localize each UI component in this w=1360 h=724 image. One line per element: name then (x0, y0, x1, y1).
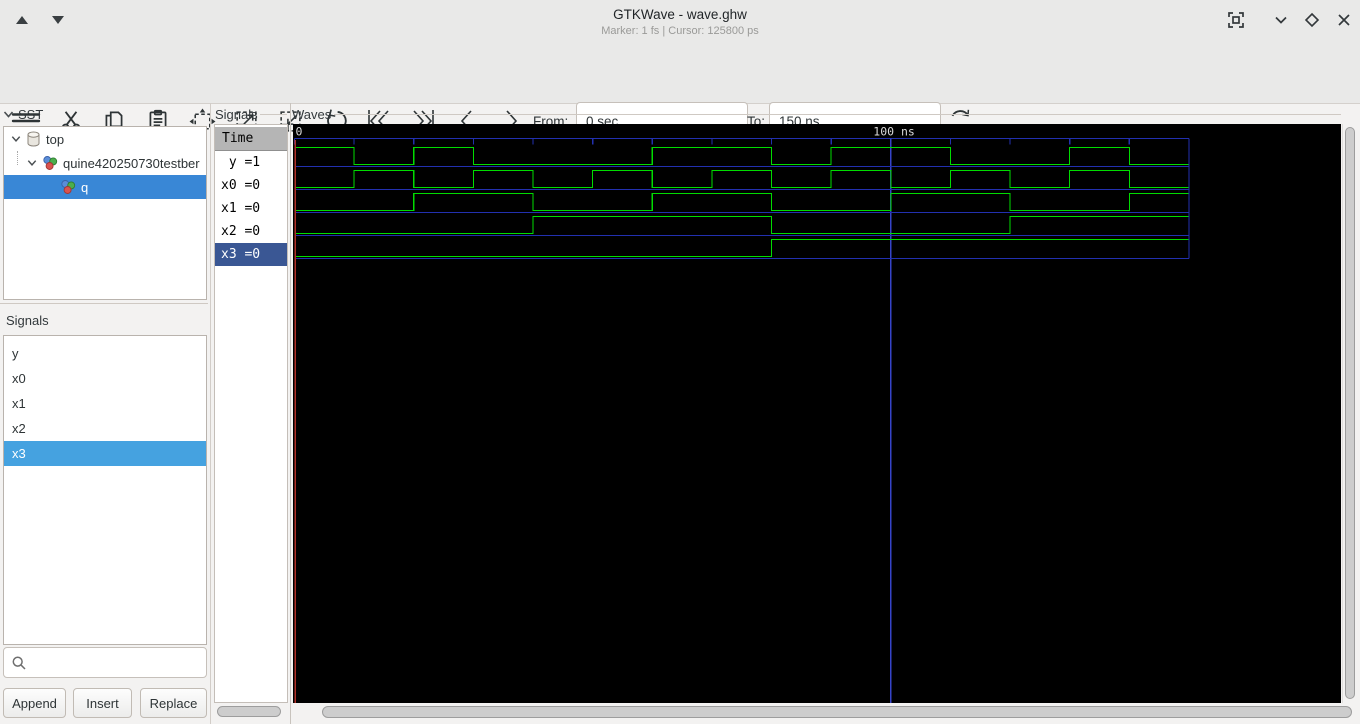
titlebar: GTKWave - wave.ghw Marker: 1 fs | Cursor… (0, 0, 1360, 45)
tree-item-q[interactable]: q (4, 175, 206, 199)
signal-list-item-x0[interactable]: x0 (4, 366, 206, 391)
search-input[interactable] (32, 654, 212, 671)
value-row-x3[interactable]: x3 =0 (215, 243, 287, 266)
values-header: Signals (215, 107, 258, 122)
waves-frame-border (334, 114, 1341, 115)
marker-cursor-status: Marker: 1 fs | Cursor: 125800 ps (601, 25, 759, 37)
tree-item-label: q (81, 179, 89, 195)
tree-item-quine420250730testber[interactable]: quine420250730testber (4, 151, 206, 175)
wave-trace-y (294, 146, 1189, 166)
waves-header: Waves (292, 107, 332, 122)
signal-list-item-x3[interactable]: x3 (4, 441, 206, 466)
wave-svg: 0 100 ns (293, 125, 1190, 703)
minimize-button[interactable] (1268, 8, 1294, 32)
sst-tree: top quine420250730testber q (3, 126, 207, 300)
waves-divider (290, 103, 291, 724)
sst-expander[interactable]: SST (2, 105, 208, 123)
chevron-down-icon (1272, 11, 1290, 29)
restore-button[interactable] (1299, 8, 1325, 32)
value-row-x1[interactable]: x1 =0 (215, 197, 287, 220)
tree-item-top[interactable]: top (4, 127, 206, 151)
value-row-y[interactable]: y =1 (215, 151, 287, 174)
close-button[interactable] (1331, 8, 1357, 32)
signal-list-item-y[interactable]: y (4, 341, 206, 366)
close-icon (1335, 11, 1353, 29)
wave-trace-x1 (294, 192, 1189, 212)
value-row-x0[interactable]: x0 =0 (215, 174, 287, 197)
module-icon (42, 155, 58, 171)
search-icon (11, 655, 27, 671)
expander-chevron-icon (2, 108, 15, 121)
values-hscrollbar-thumb[interactable] (217, 706, 281, 717)
wave-area[interactable]: 0 100 ns (293, 124, 1341, 703)
signal-search-box (3, 647, 212, 678)
waves-vscrollbar-thumb[interactable] (1345, 127, 1355, 699)
insert-button[interactable]: Insert (73, 688, 132, 718)
signal-list-item-x1[interactable]: x1 (4, 391, 206, 416)
svg-text:100 ns: 100 ns (873, 125, 915, 139)
signals-list-header: Signals (6, 313, 49, 328)
values-frame-border (260, 114, 287, 115)
expander-chevron-icon[interactable] (26, 157, 38, 169)
window-title: GTKWave - wave.ghw (613, 7, 747, 22)
panel-divider[interactable] (210, 103, 211, 724)
signals-list: y x0 x1 x2 x3 (3, 335, 207, 645)
wave-trace-x0 (294, 169, 1190, 189)
replace-button[interactable]: Replace (140, 688, 207, 718)
time-header-cell: Time (215, 127, 287, 151)
diamond-icon (1303, 11, 1321, 29)
toolbar: From: To: (0, 45, 1360, 140)
signal-list-item-x2[interactable]: x2 (4, 416, 206, 441)
tree-item-label: quine420250730testber (63, 155, 200, 171)
value-row-x2[interactable]: x2 =0 (215, 220, 287, 243)
expander-chevron-icon[interactable] (10, 133, 22, 145)
design-root-icon (26, 131, 41, 147)
svg-text:0: 0 (296, 125, 303, 139)
module-icon (60, 179, 76, 195)
sst-header: SST (18, 106, 44, 122)
wave-trace-x2 (294, 215, 1189, 235)
gtkwave-window: { "window": { "title": "GTKWave - wave.g… (0, 0, 1360, 724)
signals-frame-border (0, 303, 208, 304)
waves-hscrollbar-thumb[interactable] (322, 706, 1352, 718)
append-button[interactable]: Append (3, 688, 66, 718)
fullscreen-button[interactable] (1223, 8, 1249, 32)
wave-trace-x3 (294, 238, 1189, 258)
tree-item-label: top (46, 131, 65, 147)
fullscreen-icon (1226, 10, 1246, 30)
